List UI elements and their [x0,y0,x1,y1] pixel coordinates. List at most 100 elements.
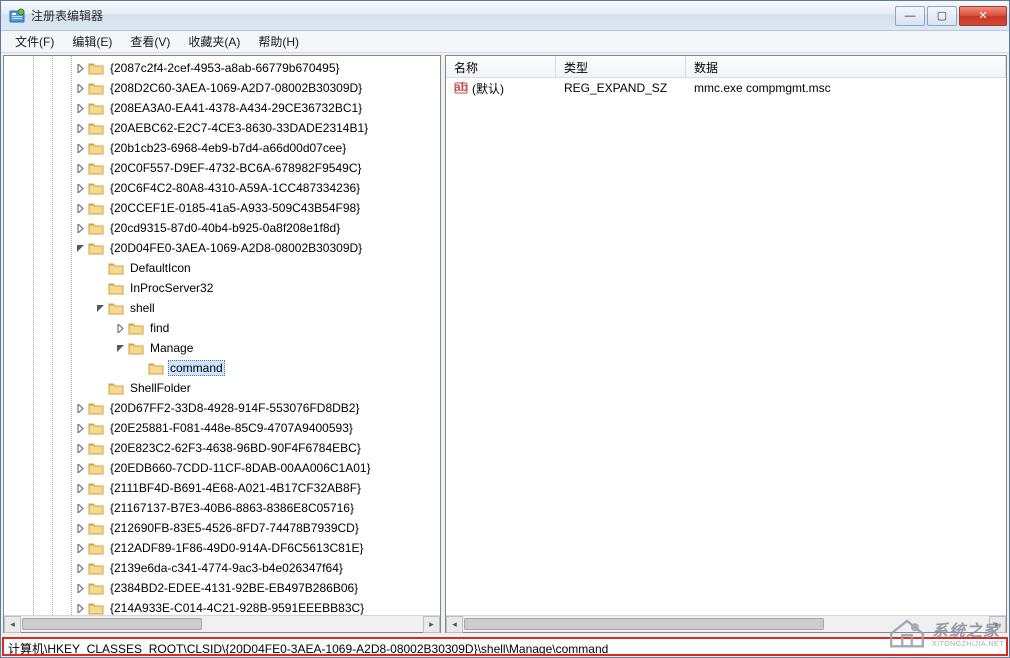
expand-icon[interactable] [74,442,86,454]
tree-node[interactable]: {20CCEF1E-0185-41a5-A933-509C43B54F98} [4,198,440,218]
expand-icon[interactable] [74,582,86,594]
value-row[interactable]: ab(默认)REG_EXPAND_SZmmc.exe compmgmt.msc [446,78,1006,98]
col-name[interactable]: 名称 [446,56,556,77]
tree-node-label[interactable]: DefaultIcon [128,261,193,275]
scroll-thumb[interactable] [22,618,202,630]
expand-icon[interactable] [74,162,86,174]
tree-node[interactable]: {20C0F557-D9EF-4732-BC6A-678982F9549C} [4,158,440,178]
collapse-icon[interactable] [94,302,106,314]
tree-node[interactable]: {20AEBC62-E2C7-4CE3-8630-33DADE2314B1} [4,118,440,138]
tree-node-label[interactable]: {20D04FE0-3AEA-1069-A2D8-08002B30309D} [108,241,364,255]
tree-scroll[interactable]: {2087c2f4-2cef-4953-a8ab-66779b670495} {2… [4,56,440,615]
tree-node-label[interactable]: {212ADF89-1F86-49D0-914A-DF6C5613C81E} [108,541,365,555]
tree-node-label[interactable]: {2139e6da-c341-4774-9ac3-b4e026347f64} [108,561,345,575]
expand-icon[interactable] [74,202,86,214]
expand-icon[interactable] [74,142,86,154]
tree-node-label[interactable]: {20C0F557-D9EF-4732-BC6A-678982F9549C} [108,161,364,175]
tree-node-label[interactable]: InProcServer32 [128,281,215,295]
expand-icon[interactable] [74,602,86,614]
tree-node[interactable]: {208D2C60-3AEA-1069-A2D7-08002B30309D} [4,78,440,98]
tree-node[interactable]: {2139e6da-c341-4774-9ac3-b4e026347f64} [4,558,440,578]
path-display[interactable]: 计算机\HKEY_CLASSES_ROOT\CLSID\{20D04FE0-3A… [2,637,1008,656]
tree-node[interactable]: command [4,358,440,378]
tree-node-label[interactable]: {214A933E-C014-4C21-928B-9591EEEBB83C} [108,601,366,615]
expand-icon[interactable] [74,562,86,574]
tree-node[interactable]: {20C6F4C2-80A8-4310-A59A-1CC487334236} [4,178,440,198]
expand-icon[interactable] [74,522,86,534]
menu-edit[interactable]: 编辑(E) [64,31,120,52]
tree-node-label[interactable]: {20E25881-F081-448e-85C9-4707A9400593} [108,421,355,435]
tree-node[interactable]: ShellFolder [4,378,440,398]
tree-node[interactable]: {212ADF89-1F86-49D0-914A-DF6C5613C81E} [4,538,440,558]
tree-node[interactable]: {214A933E-C014-4C21-928B-9591EEEBB83C} [4,598,440,615]
tree-node-label[interactable]: {208D2C60-3AEA-1069-A2D7-08002B30309D} [108,81,364,95]
tree-node-label[interactable]: shell [128,301,157,315]
scroll-right-icon[interactable]: ▸ [989,616,1006,633]
tree-node[interactable]: {2111BF4D-B691-4E68-A021-4B17CF32AB8F} [4,478,440,498]
tree-node-label[interactable]: {2111BF4D-B691-4E68-A021-4B17CF32AB8F} [108,481,363,495]
expand-icon[interactable] [74,182,86,194]
tree-hscrollbar[interactable]: ◂ ▸ [4,615,440,632]
minimize-button[interactable]: — [895,6,925,26]
expand-icon[interactable] [74,422,86,434]
tree-node-label[interactable]: {20C6F4C2-80A8-4310-A59A-1CC487334236} [108,181,362,195]
value-list[interactable]: ab(默认)REG_EXPAND_SZmmc.exe compmgmt.msc [446,78,1006,615]
tree-node[interactable]: {2384BD2-EDEE-4131-92BE-EB497B286B06} [4,578,440,598]
tree-node[interactable]: {21167137-B7E3-40B6-8863-8386E8C05716} [4,498,440,518]
tree-node-label[interactable]: ShellFolder [128,381,193,395]
tree-node[interactable]: find [4,318,440,338]
expand-icon[interactable] [74,502,86,514]
collapse-icon[interactable] [114,342,126,354]
tree-node[interactable]: Manage [4,338,440,358]
tree-node-label[interactable]: {21167137-B7E3-40B6-8863-8386E8C05716} [108,501,356,515]
expand-icon[interactable] [74,542,86,554]
close-button[interactable]: ✕ [959,6,1007,26]
tree-node-label[interactable]: command [168,360,225,376]
tree-node-label[interactable]: {20E823C2-62F3-4638-96BD-90F4F6784EBC} [108,441,363,455]
expand-icon[interactable] [74,82,86,94]
tree-node[interactable]: DefaultIcon [4,258,440,278]
expand-icon[interactable] [74,462,86,474]
expand-icon[interactable] [74,482,86,494]
expand-icon[interactable] [74,402,86,414]
tree-node[interactable]: {212690FB-83E5-4526-8FD7-74478B7939CD} [4,518,440,538]
scroll-left-icon[interactable]: ◂ [4,616,21,633]
tree-node[interactable]: {20D67FF2-33D8-4928-914F-553076FD8DB2} [4,398,440,418]
expand-icon[interactable] [114,322,126,334]
tree-node-label[interactable]: {2384BD2-EDEE-4131-92BE-EB497B286B06} [108,581,360,595]
tree-node-label[interactable]: {20CCEF1E-0185-41a5-A933-509C43B54F98} [108,201,362,215]
tree-node[interactable]: {20E25881-F081-448e-85C9-4707A9400593} [4,418,440,438]
expand-icon[interactable] [74,102,86,114]
tree-node[interactable]: {208EA3A0-EA41-4378-A434-29CE36732BC1} [4,98,440,118]
tree-node-label[interactable]: {20EDB660-7CDD-11CF-8DAB-00AA006C1A01} [108,461,373,475]
tree-node-label[interactable]: {212690FB-83E5-4526-8FD7-74478B7939CD} [108,521,361,535]
tree-node-label[interactable]: {20cd9315-87d0-40b4-b925-0a8f208e1f8d} [108,221,342,235]
menu-file[interactable]: 文件(F) [7,31,62,52]
tree-node[interactable]: {20D04FE0-3AEA-1069-A2D8-08002B30309D} [4,238,440,258]
expand-icon[interactable] [74,62,86,74]
tree-node[interactable]: {20cd9315-87d0-40b4-b925-0a8f208e1f8d} [4,218,440,238]
col-data[interactable]: 数据 [686,56,1006,77]
tree-node-label[interactable]: {208EA3A0-EA41-4378-A434-29CE36732BC1} [108,101,364,115]
scroll-left-icon[interactable]: ◂ [446,616,463,633]
collapse-icon[interactable] [74,242,86,254]
tree-node-label[interactable]: {2087c2f4-2cef-4953-a8ab-66779b670495} [108,61,342,75]
tree-node-label[interactable]: find [148,321,171,335]
list-hscrollbar[interactable]: ◂ ▸ [446,615,1006,632]
scroll-thumb[interactable] [464,618,824,630]
tree-node[interactable]: {20EDB660-7CDD-11CF-8DAB-00AA006C1A01} [4,458,440,478]
title-bar[interactable]: 注册表编辑器 — ▢ ✕ [1,1,1009,31]
tree-node[interactable]: shell [4,298,440,318]
maximize-button[interactable]: ▢ [927,6,957,26]
expand-icon[interactable] [74,122,86,134]
menu-help[interactable]: 帮助(H) [250,31,307,52]
tree-node[interactable]: {2087c2f4-2cef-4953-a8ab-66779b670495} [4,58,440,78]
tree-node[interactable]: InProcServer32 [4,278,440,298]
tree-node-label[interactable]: {20b1cb23-6968-4eb9-b7d4-a66d00d07cee} [108,141,348,155]
menu-view[interactable]: 查看(V) [122,31,178,52]
tree-node[interactable]: {20b1cb23-6968-4eb9-b7d4-a66d00d07cee} [4,138,440,158]
expand-icon[interactable] [74,222,86,234]
menu-favorites[interactable]: 收藏夹(A) [180,31,248,52]
tree-node-label[interactable]: {20D67FF2-33D8-4928-914F-553076FD8DB2} [108,401,362,415]
col-type[interactable]: 类型 [556,56,686,77]
